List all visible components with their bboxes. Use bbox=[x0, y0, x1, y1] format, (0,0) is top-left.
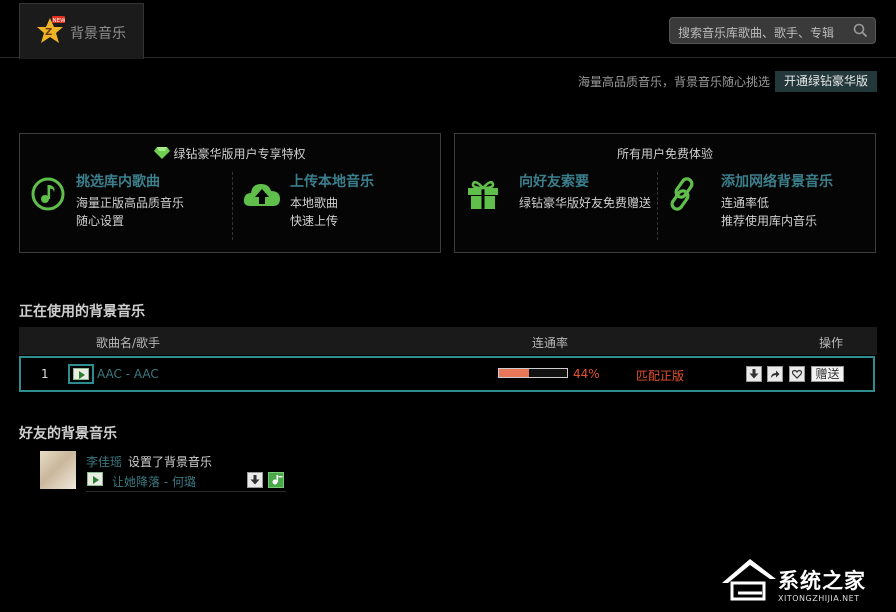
link-icon bbox=[670, 177, 694, 211]
house-logo-icon bbox=[722, 559, 776, 601]
vip-features-panel: 绿钻豪华版用户专享特权 挑选库内歌曲 海量正版高品质音乐 随心设置 上传本地音乐… bbox=[19, 133, 441, 253]
avatar[interactable] bbox=[40, 451, 76, 489]
friend-add-button[interactable] bbox=[268, 472, 284, 488]
list-item: 李佳瑶 设置了背景音乐 让她降落 - 何璐 bbox=[40, 451, 286, 493]
qq-music-logo-icon: Z NEW bbox=[37, 16, 66, 43]
feature-upload-local[interactable]: 上传本地音乐 本地歌曲 快速上传 bbox=[243, 170, 434, 240]
music-note-icon bbox=[31, 177, 65, 211]
favorite-button[interactable] bbox=[789, 366, 805, 382]
download-icon bbox=[250, 475, 260, 485]
feature-title[interactable]: 上传本地音乐 bbox=[290, 171, 374, 191]
vip-panel-title: 绿钻豪华版用户专享特权 bbox=[20, 145, 440, 162]
divider bbox=[657, 172, 658, 240]
feature-desc: 海量正版高品质音乐 bbox=[76, 196, 185, 210]
green-diamond-icon bbox=[154, 147, 171, 159]
divider bbox=[86, 491, 286, 492]
divider bbox=[232, 172, 233, 240]
feature-pick-library[interactable]: 挑选库内歌曲 海量正版高品质音乐 随心设置 bbox=[30, 170, 230, 240]
friend-name-link[interactable]: 李佳瑶 bbox=[86, 453, 122, 470]
add-music-icon bbox=[272, 475, 283, 485]
watermark: 系统之家 XITONGZHIJIA.NET bbox=[718, 553, 894, 609]
feature-add-web-music[interactable]: 添加网络背景音乐 连通率低 推荐使用库内音乐 bbox=[665, 170, 870, 240]
search-input[interactable]: 搜索音乐库歌曲、歌手、专辑 bbox=[678, 24, 834, 41]
download-button[interactable] bbox=[746, 366, 762, 382]
match-status[interactable]: 匹配正版 bbox=[636, 367, 684, 384]
open-vip-button[interactable]: 开通绿钻豪华版 bbox=[775, 71, 877, 92]
free-features-panel: 所有用户免费体验 向好友索要 绿钻豪华版好友免费赠送 添加网络背景音乐 连通率低… bbox=[454, 133, 876, 253]
feature-desc: 连通率低 bbox=[721, 196, 770, 210]
download-icon bbox=[749, 369, 759, 379]
connectivity-percent: 44% bbox=[573, 367, 600, 381]
connectivity-bar bbox=[498, 368, 568, 378]
top-bar: Z NEW 背景音乐 搜索音乐库歌曲、歌手、专辑 bbox=[0, 0, 896, 59]
gift-icon bbox=[468, 180, 498, 209]
friend-play-button[interactable] bbox=[87, 472, 103, 486]
watermark-url: XITONGZHIJIA.NET bbox=[778, 594, 860, 603]
play-button[interactable] bbox=[68, 364, 94, 384]
search-icon[interactable] bbox=[853, 23, 868, 38]
promo-text: 海量高品质音乐，背景音乐随心挑选 bbox=[578, 75, 771, 89]
friend-song-link[interactable]: 让她降落 - 何璐 bbox=[112, 473, 196, 490]
watermark-text: 系统之家 bbox=[778, 569, 866, 593]
free-panel-title: 所有用户免费体验 bbox=[616, 147, 713, 161]
song-name-link[interactable]: AAC - AAC bbox=[97, 367, 159, 381]
tab-background-music[interactable]: Z NEW 背景音乐 bbox=[19, 3, 144, 59]
share-icon bbox=[771, 370, 780, 378]
current-music-title: 正在使用的背景音乐 bbox=[19, 304, 145, 320]
table-header: 歌曲名/歌手 连通率 操作 bbox=[19, 327, 877, 355]
column-ops: 操作 bbox=[819, 336, 844, 350]
feature-desc: 快速上传 bbox=[290, 214, 339, 228]
cloud-upload-icon bbox=[243, 184, 280, 206]
search-box[interactable]: 搜索音乐库歌曲、歌手、专辑 bbox=[669, 17, 876, 44]
play-icon[interactable] bbox=[73, 368, 89, 380]
feature-title[interactable]: 挑选库内歌曲 bbox=[76, 171, 160, 191]
connectivity-bar-fill bbox=[499, 369, 529, 377]
gift-button[interactable]: 赠送 bbox=[811, 366, 844, 382]
friend-download-button[interactable] bbox=[247, 472, 263, 488]
share-button[interactable] bbox=[767, 366, 783, 382]
feature-desc: 本地歌曲 bbox=[290, 196, 339, 210]
svg-text:Z: Z bbox=[45, 27, 52, 38]
feature-title[interactable]: 添加网络背景音乐 bbox=[721, 171, 833, 191]
tab-label: 背景音乐 bbox=[70, 26, 126, 42]
column-rate: 连通率 bbox=[532, 336, 569, 350]
feature-desc: 绿钻豪华版好友免费赠送 bbox=[519, 196, 652, 210]
new-badge: NEW bbox=[53, 18, 66, 24]
column-song: 歌曲名/歌手 bbox=[96, 336, 161, 350]
table-row[interactable]: 1 AAC - AAC 44% 匹配正版 赠送 bbox=[19, 356, 875, 392]
heart-icon bbox=[792, 369, 802, 379]
feature-desc: 推荐使用库内音乐 bbox=[721, 214, 818, 228]
friends-music-title: 好友的背景音乐 bbox=[19, 426, 117, 442]
feature-ask-friend[interactable]: 向好友索要 绿钻豪华版好友免费赠送 bbox=[465, 170, 661, 240]
feature-desc: 随心设置 bbox=[76, 214, 125, 228]
row-index: 1 bbox=[41, 367, 49, 381]
feature-title[interactable]: 向好友索要 bbox=[519, 171, 589, 191]
friend-action-text: 设置了背景音乐 bbox=[128, 455, 213, 469]
